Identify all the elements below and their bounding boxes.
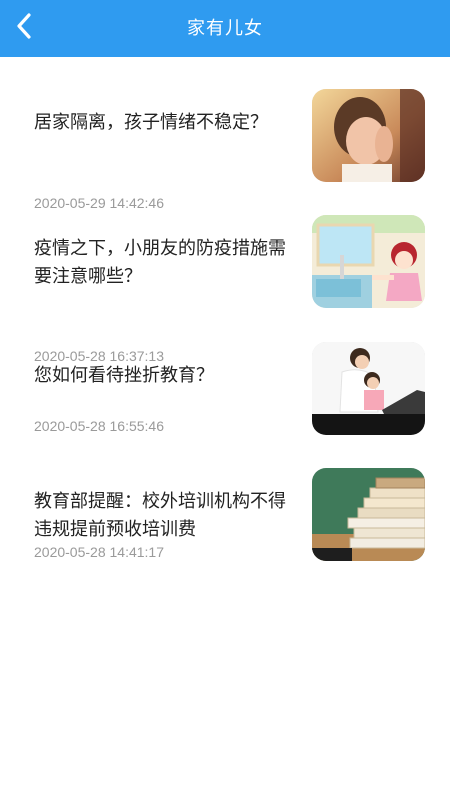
books-and-chalkboard: [312, 468, 425, 561]
article-item[interactable]: 疫情之下，小朋友的防疫措施需要注意哪些？ 2020-05-28 16:37:13: [0, 215, 450, 364]
article-item[interactable]: 居家隔离，孩子情绪不稳定？ 2020-05-29 14:42:46: [0, 89, 450, 215]
article-item[interactable]: 您如何看待挫折教育？ 2020-05-28 16:55:46: [0, 342, 450, 468]
article-thumbnail: [312, 89, 425, 182]
article-date: 2020-05-29 14:42:46: [34, 195, 164, 211]
article-thumbnail: [312, 468, 425, 561]
top-bar: 家有儿女: [0, 0, 450, 57]
article-item[interactable]: 教育部提醒：校外培训机构不得违规提前预收培训费 2020-05-28 14:41…: [0, 468, 450, 594]
article-date: 2020-05-28 16:55:46: [34, 418, 164, 434]
article-title: 教育部提醒：校外培训机构不得违规提前预收培训费: [34, 491, 286, 540]
article-thumbnail: [312, 215, 425, 308]
article-title: 您如何看待挫折教育？: [34, 365, 214, 386]
page-title: 家有儿女: [187, 18, 263, 39]
article-thumbnail: [312, 342, 425, 435]
article-title: 居家隔离，孩子情绪不稳定？: [34, 112, 268, 133]
cartoon-girl-washing-hands: [312, 215, 425, 308]
crying-child-photo: [312, 89, 425, 182]
article-title: 疫情之下，小朋友的防疫措施需要注意哪些？: [34, 238, 286, 287]
mother-and-child-at-laptop: [312, 342, 425, 435]
article-date: 2020-05-28 14:41:17: [34, 544, 164, 560]
